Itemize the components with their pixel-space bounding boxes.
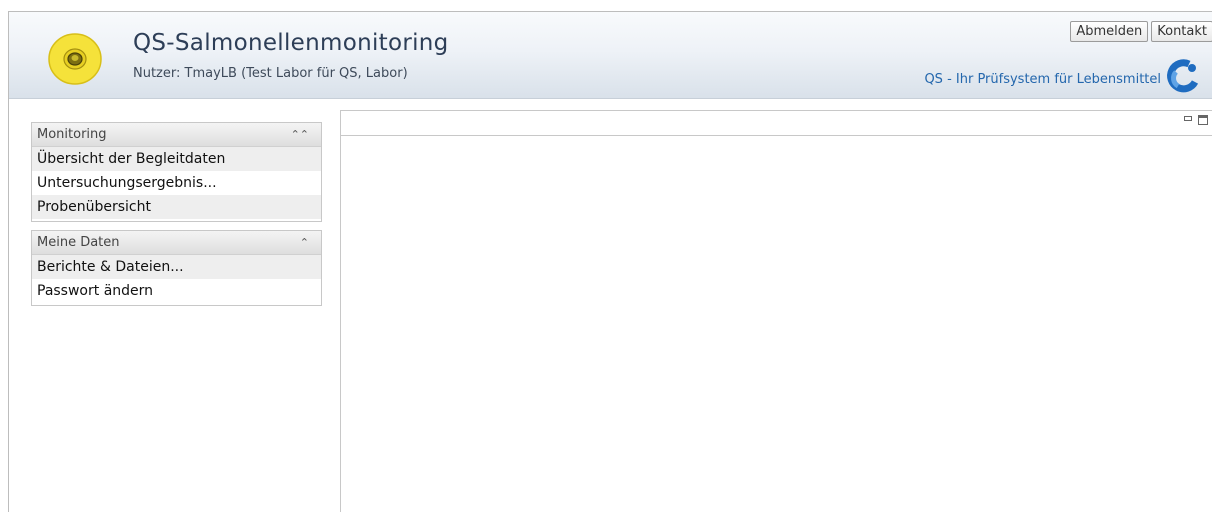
panel-header-monitoring[interactable]: Monitoring ⌃⌃ <box>32 123 321 147</box>
contact-button[interactable]: Kontakt <box>1151 21 1212 42</box>
panel-meine-daten: Meine Daten ⌃ Berichte & Dateien... Pass… <box>31 230 322 306</box>
qs-brand-icon <box>1167 59 1199 93</box>
window-controls <box>1184 115 1208 125</box>
tagline-link[interactable]: QS - Ihr Prüfsystem für Lebensmittel <box>924 72 1161 87</box>
header: QS-Salmonellenmonitoring Nutzer: TmayLB … <box>9 12 1212 99</box>
panel-header-meine-daten[interactable]: Meine Daten ⌃ <box>32 231 321 255</box>
menu-item-begleitdaten[interactable]: Übersicht der Begleitdaten <box>32 147 321 171</box>
panel-monitoring: Monitoring ⌃⌃ Übersicht der Begleitdaten… <box>31 122 322 222</box>
minimize-icon[interactable] <box>1184 116 1192 121</box>
menu-item-berichte-dateien[interactable]: Berichte & Dateien... <box>32 255 321 279</box>
logout-button[interactable]: Abmelden <box>1070 21 1149 42</box>
double-chevron-up-icon[interactable]: ⌃ <box>300 231 309 254</box>
menu-item-passwort-aendern[interactable]: Passwort ändern <box>32 279 321 303</box>
menu-item-untersuchungsergebnis[interactable]: Untersuchungsergebnis... <box>32 171 321 195</box>
user-info: Nutzer: TmayLB (Test Labor für QS, Labor… <box>133 66 408 81</box>
app-title: QS-Salmonellenmonitoring <box>133 30 449 56</box>
app-logo-icon <box>48 33 102 85</box>
content-toolbar <box>341 110 1212 136</box>
top-buttons: Abmelden Kontakt <box>1070 21 1212 42</box>
maximize-icon[interactable] <box>1198 115 1208 125</box>
panel-title: Monitoring <box>37 127 107 142</box>
content-area <box>340 110 1212 512</box>
sidebar: Monitoring ⌃⌃ Übersicht der Begleitdaten… <box>31 122 322 314</box>
double-chevron-up-icon[interactable]: ⌃⌃ <box>291 123 309 146</box>
panel-title: Meine Daten <box>37 235 120 250</box>
menu-item-probenuebersicht[interactable]: Probenübersicht <box>32 195 321 219</box>
app-frame: QS-Salmonellenmonitoring Nutzer: TmayLB … <box>8 11 1212 512</box>
